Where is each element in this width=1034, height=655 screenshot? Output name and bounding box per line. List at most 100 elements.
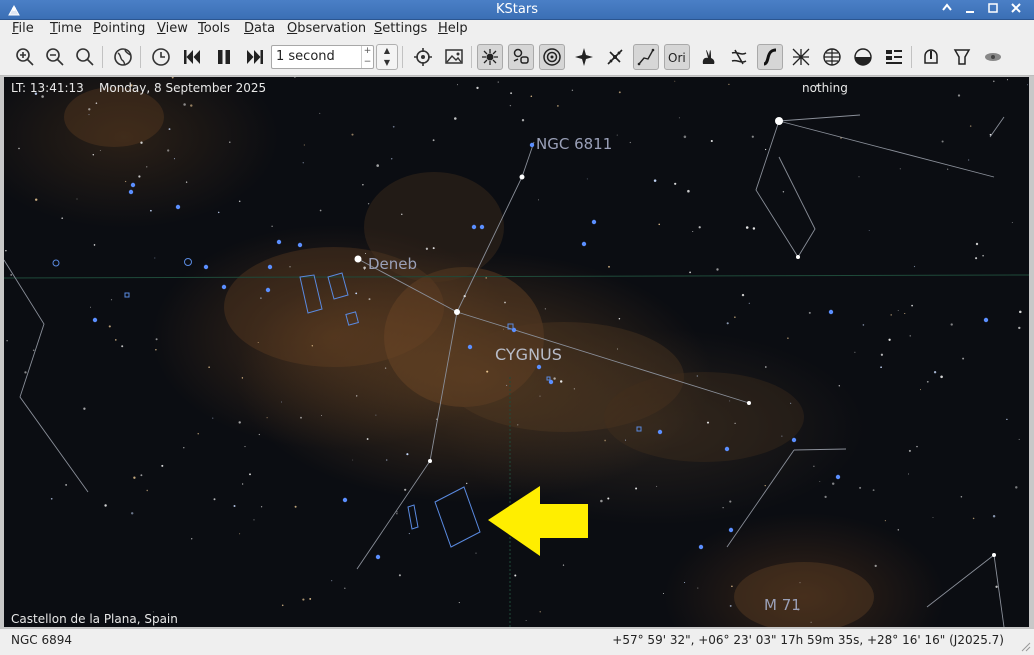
background-star [838, 385, 840, 387]
background-star [731, 585, 733, 588]
resize-grip-icon[interactable] [1021, 642, 1031, 652]
toggle-hips-button[interactable] [881, 44, 907, 70]
sky-map[interactable]: LT: 13:41:13 Monday, 8 September 2025 no… [4, 77, 1029, 627]
background-star [808, 311, 811, 314]
background-star [1011, 222, 1013, 224]
background-star [872, 489, 875, 492]
background-star [5, 250, 7, 252]
background-star [941, 140, 944, 143]
zoom-out-button[interactable] [42, 44, 68, 70]
toggle-constellation-bounds-button[interactable] [726, 44, 752, 70]
background-star [497, 81, 499, 83]
background-star [321, 415, 322, 416]
background-star [544, 308, 546, 310]
background-star [76, 198, 78, 200]
menu-time[interactable]: Time [50, 21, 82, 36]
default-zoom-button[interactable] [72, 44, 98, 70]
background-star [65, 484, 67, 486]
background-star [752, 227, 756, 230]
blue-star [657, 429, 663, 435]
background-star [173, 158, 176, 160]
background-star [683, 135, 687, 139]
menu-data[interactable]: Data [244, 21, 275, 36]
blue-star [276, 239, 282, 245]
toggle-deep-sky-button[interactable] [508, 44, 534, 70]
menu-pointing[interactable]: Pointing [93, 21, 145, 36]
menu-observation[interactable]: Observation [287, 21, 366, 36]
image-viewer-button[interactable] [441, 44, 467, 70]
set-time-button[interactable] [148, 44, 174, 70]
blue-star [536, 364, 542, 370]
geographic-location-button[interactable] [110, 44, 136, 70]
rabbit-icon [702, 50, 715, 64]
toggle-solar-system-button[interactable] [539, 44, 565, 70]
background-star [34, 198, 38, 201]
keep-above-button[interactable] [938, 2, 956, 18]
background-star [309, 597, 312, 600]
background-star [607, 497, 610, 500]
minimize-button[interactable] [961, 2, 979, 18]
background-star [692, 230, 694, 233]
toggle-stars-button[interactable] [477, 44, 503, 70]
telescope-control-button[interactable] [918, 44, 944, 70]
toggle-galaxies-button[interactable] [980, 44, 1006, 70]
label-ngc-6811[interactable]: NGC 6811 [536, 135, 612, 153]
label-cygnus[interactable]: CYGNUS [495, 345, 562, 364]
label-deneb[interactable]: Deneb [368, 255, 417, 273]
background-star [913, 265, 916, 268]
background-star [854, 351, 856, 353]
menu-tools[interactable]: Tools [198, 21, 230, 36]
milky-way-icon [763, 48, 777, 66]
yellow-pointer-arrow [488, 486, 588, 556]
background-star [741, 293, 745, 297]
background-star [684, 582, 686, 583]
background-star [521, 119, 525, 122]
label-m71[interactable]: M 71 [764, 596, 801, 614]
background-star [710, 139, 713, 143]
close-button[interactable] [1007, 2, 1025, 18]
background-star [161, 464, 164, 467]
background-star [18, 147, 20, 150]
toggle-satellites-button[interactable] [602, 44, 628, 70]
menu-file[interactable]: File [12, 21, 34, 36]
background-star [311, 345, 313, 347]
galaxy-icon [985, 53, 1001, 61]
zoom-in-button[interactable] [12, 44, 38, 70]
time-step-input[interactable]: 1 second + − [271, 45, 374, 69]
toggle-constellation-art-button[interactable] [695, 44, 721, 70]
toggle-equatorial-grid-button[interactable] [788, 44, 814, 70]
background-star [281, 401, 282, 403]
toggle-ground-button[interactable] [850, 44, 876, 70]
background-star [831, 482, 835, 485]
flashlight-button[interactable] [949, 44, 975, 70]
toggle-horizontal-grid-button[interactable] [819, 44, 845, 70]
background-star [799, 582, 801, 584]
time-step-spinner[interactable]: + − [361, 46, 373, 68]
maximize-button[interactable] [984, 2, 1002, 18]
background-star [897, 529, 900, 531]
background-star [241, 483, 244, 485]
blue-star [297, 242, 303, 248]
background-star [600, 499, 603, 503]
step-backward-button[interactable] [179, 44, 205, 70]
step-forward-button[interactable] [242, 44, 268, 70]
pause-clock-button[interactable] [211, 44, 237, 70]
toggle-constellation-names-button[interactable]: Ori [664, 44, 690, 70]
background-star [729, 604, 732, 607]
background-star [960, 495, 963, 498]
center-object-button[interactable] [410, 44, 436, 70]
menu-settings[interactable]: Settings [374, 21, 427, 36]
time-unit-stepper[interactable]: ▲ ▼ [376, 44, 398, 70]
toggle-constellation-lines-button[interactable] [633, 44, 659, 70]
background-star [888, 338, 891, 341]
background-star [217, 211, 220, 214]
zoom-default-icon [76, 48, 94, 66]
background-star [656, 485, 658, 487]
toggle-milky-way-button[interactable] [757, 44, 783, 70]
menu-view[interactable]: View [157, 21, 188, 36]
background-star [406, 453, 409, 456]
toggle-supernovae-button[interactable] [571, 44, 597, 70]
window-titlebar[interactable]: KStars [0, 0, 1034, 20]
focus-object-readout: nothing [802, 81, 848, 95]
menu-help[interactable]: Help [438, 21, 468, 36]
